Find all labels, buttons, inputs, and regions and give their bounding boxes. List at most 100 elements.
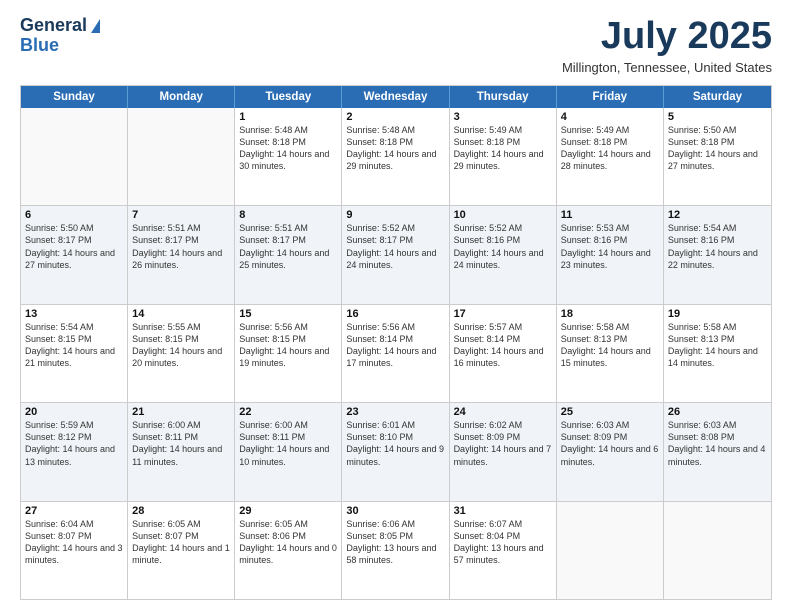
header: General Blue July 2025 Millington, Tenne… [20, 16, 772, 75]
logo-text-blue: Blue [20, 36, 59, 56]
cell-info: Sunrise: 5:54 AM Sunset: 8:15 PM Dayligh… [25, 321, 123, 370]
table-row: 24Sunrise: 6:02 AM Sunset: 8:09 PM Dayli… [450, 403, 557, 500]
cell-info: Sunrise: 5:55 AM Sunset: 8:15 PM Dayligh… [132, 321, 230, 370]
cell-info: Sunrise: 5:50 AM Sunset: 8:17 PM Dayligh… [25, 222, 123, 271]
day-number: 19 [668, 308, 767, 320]
cell-info: Sunrise: 5:48 AM Sunset: 8:18 PM Dayligh… [239, 124, 337, 173]
day-number: 2 [346, 111, 444, 123]
cell-info: Sunrise: 5:54 AM Sunset: 8:16 PM Dayligh… [668, 222, 767, 271]
table-row: 20Sunrise: 5:59 AM Sunset: 8:12 PM Dayli… [21, 403, 128, 500]
cell-info: Sunrise: 6:03 AM Sunset: 8:08 PM Dayligh… [668, 419, 767, 468]
table-row: 31Sunrise: 6:07 AM Sunset: 8:04 PM Dayli… [450, 502, 557, 599]
table-row: 11Sunrise: 5:53 AM Sunset: 8:16 PM Dayli… [557, 206, 664, 303]
header-monday: Monday [128, 86, 235, 108]
table-row: 15Sunrise: 5:56 AM Sunset: 8:15 PM Dayli… [235, 305, 342, 402]
day-number: 13 [25, 308, 123, 320]
day-number: 24 [454, 406, 552, 418]
cell-info: Sunrise: 5:48 AM Sunset: 8:18 PM Dayligh… [346, 124, 444, 173]
table-row: 4Sunrise: 5:49 AM Sunset: 8:18 PM Daylig… [557, 108, 664, 205]
table-row: 26Sunrise: 6:03 AM Sunset: 8:08 PM Dayli… [664, 403, 771, 500]
location-subtitle: Millington, Tennessee, United States [562, 60, 772, 75]
cell-info: Sunrise: 5:58 AM Sunset: 8:13 PM Dayligh… [561, 321, 659, 370]
calendar-week-3: 13Sunrise: 5:54 AM Sunset: 8:15 PM Dayli… [21, 304, 771, 402]
day-number: 22 [239, 406, 337, 418]
table-row: 9Sunrise: 5:52 AM Sunset: 8:17 PM Daylig… [342, 206, 449, 303]
logo-text-general: General [20, 16, 87, 36]
table-row: 29Sunrise: 6:05 AM Sunset: 8:06 PM Dayli… [235, 502, 342, 599]
table-row: 19Sunrise: 5:58 AM Sunset: 8:13 PM Dayli… [664, 305, 771, 402]
table-row: 30Sunrise: 6:06 AM Sunset: 8:05 PM Dayli… [342, 502, 449, 599]
table-row: 1Sunrise: 5:48 AM Sunset: 8:18 PM Daylig… [235, 108, 342, 205]
cell-info: Sunrise: 5:52 AM Sunset: 8:16 PM Dayligh… [454, 222, 552, 271]
day-number: 9 [346, 209, 444, 221]
day-number: 25 [561, 406, 659, 418]
cell-info: Sunrise: 6:01 AM Sunset: 8:10 PM Dayligh… [346, 419, 444, 468]
calendar-week-4: 20Sunrise: 5:59 AM Sunset: 8:12 PM Dayli… [21, 402, 771, 500]
table-row: 21Sunrise: 6:00 AM Sunset: 8:11 PM Dayli… [128, 403, 235, 500]
day-number: 7 [132, 209, 230, 221]
calendar-body: 1Sunrise: 5:48 AM Sunset: 8:18 PM Daylig… [21, 108, 771, 599]
day-number: 12 [668, 209, 767, 221]
cell-info: Sunrise: 5:53 AM Sunset: 8:16 PM Dayligh… [561, 222, 659, 271]
calendar-week-2: 6Sunrise: 5:50 AM Sunset: 8:17 PM Daylig… [21, 205, 771, 303]
cell-info: Sunrise: 5:59 AM Sunset: 8:12 PM Dayligh… [25, 419, 123, 468]
cell-info: Sunrise: 6:02 AM Sunset: 8:09 PM Dayligh… [454, 419, 552, 468]
cell-info: Sunrise: 5:51 AM Sunset: 8:17 PM Dayligh… [239, 222, 337, 271]
cell-info: Sunrise: 5:49 AM Sunset: 8:18 PM Dayligh… [561, 124, 659, 173]
table-row: 13Sunrise: 5:54 AM Sunset: 8:15 PM Dayli… [21, 305, 128, 402]
day-number: 16 [346, 308, 444, 320]
day-number: 4 [561, 111, 659, 123]
header-tuesday: Tuesday [235, 86, 342, 108]
day-number: 6 [25, 209, 123, 221]
table-row [664, 502, 771, 599]
cell-info: Sunrise: 6:05 AM Sunset: 8:06 PM Dayligh… [239, 518, 337, 567]
cell-info: Sunrise: 6:05 AM Sunset: 8:07 PM Dayligh… [132, 518, 230, 567]
cell-info: Sunrise: 5:57 AM Sunset: 8:14 PM Dayligh… [454, 321, 552, 370]
cell-info: Sunrise: 5:51 AM Sunset: 8:17 PM Dayligh… [132, 222, 230, 271]
table-row: 23Sunrise: 6:01 AM Sunset: 8:10 PM Dayli… [342, 403, 449, 500]
table-row: 3Sunrise: 5:49 AM Sunset: 8:18 PM Daylig… [450, 108, 557, 205]
day-number: 28 [132, 505, 230, 517]
day-number: 29 [239, 505, 337, 517]
table-row: 28Sunrise: 6:05 AM Sunset: 8:07 PM Dayli… [128, 502, 235, 599]
table-row: 5Sunrise: 5:50 AM Sunset: 8:18 PM Daylig… [664, 108, 771, 205]
cell-info: Sunrise: 6:00 AM Sunset: 8:11 PM Dayligh… [132, 419, 230, 468]
day-number: 1 [239, 111, 337, 123]
table-row: 27Sunrise: 6:04 AM Sunset: 8:07 PM Dayli… [21, 502, 128, 599]
header-wednesday: Wednesday [342, 86, 449, 108]
day-number: 20 [25, 406, 123, 418]
day-number: 5 [668, 111, 767, 123]
table-row: 22Sunrise: 6:00 AM Sunset: 8:11 PM Dayli… [235, 403, 342, 500]
day-number: 18 [561, 308, 659, 320]
table-row: 2Sunrise: 5:48 AM Sunset: 8:18 PM Daylig… [342, 108, 449, 205]
cell-info: Sunrise: 5:56 AM Sunset: 8:14 PM Dayligh… [346, 321, 444, 370]
calendar-header: Sunday Monday Tuesday Wednesday Thursday… [21, 86, 771, 108]
day-number: 27 [25, 505, 123, 517]
calendar-week-1: 1Sunrise: 5:48 AM Sunset: 8:18 PM Daylig… [21, 108, 771, 205]
day-number: 3 [454, 111, 552, 123]
table-row [21, 108, 128, 205]
cell-info: Sunrise: 6:00 AM Sunset: 8:11 PM Dayligh… [239, 419, 337, 468]
day-number: 30 [346, 505, 444, 517]
cell-info: Sunrise: 5:58 AM Sunset: 8:13 PM Dayligh… [668, 321, 767, 370]
table-row [128, 108, 235, 205]
page: General Blue July 2025 Millington, Tenne… [0, 0, 792, 612]
day-number: 14 [132, 308, 230, 320]
header-friday: Friday [557, 86, 664, 108]
table-row: 25Sunrise: 6:03 AM Sunset: 8:09 PM Dayli… [557, 403, 664, 500]
cell-info: Sunrise: 5:56 AM Sunset: 8:15 PM Dayligh… [239, 321, 337, 370]
cell-info: Sunrise: 5:50 AM Sunset: 8:18 PM Dayligh… [668, 124, 767, 173]
cell-info: Sunrise: 6:07 AM Sunset: 8:04 PM Dayligh… [454, 518, 552, 567]
title-area: July 2025 Millington, Tennessee, United … [562, 16, 772, 75]
day-number: 8 [239, 209, 337, 221]
calendar-week-5: 27Sunrise: 6:04 AM Sunset: 8:07 PM Dayli… [21, 501, 771, 599]
header-thursday: Thursday [450, 86, 557, 108]
calendar: Sunday Monday Tuesday Wednesday Thursday… [20, 85, 772, 600]
day-number: 11 [561, 209, 659, 221]
header-saturday: Saturday [664, 86, 771, 108]
table-row: 16Sunrise: 5:56 AM Sunset: 8:14 PM Dayli… [342, 305, 449, 402]
table-row: 18Sunrise: 5:58 AM Sunset: 8:13 PM Dayli… [557, 305, 664, 402]
table-row: 7Sunrise: 5:51 AM Sunset: 8:17 PM Daylig… [128, 206, 235, 303]
cell-info: Sunrise: 6:04 AM Sunset: 8:07 PM Dayligh… [25, 518, 123, 567]
day-number: 21 [132, 406, 230, 418]
